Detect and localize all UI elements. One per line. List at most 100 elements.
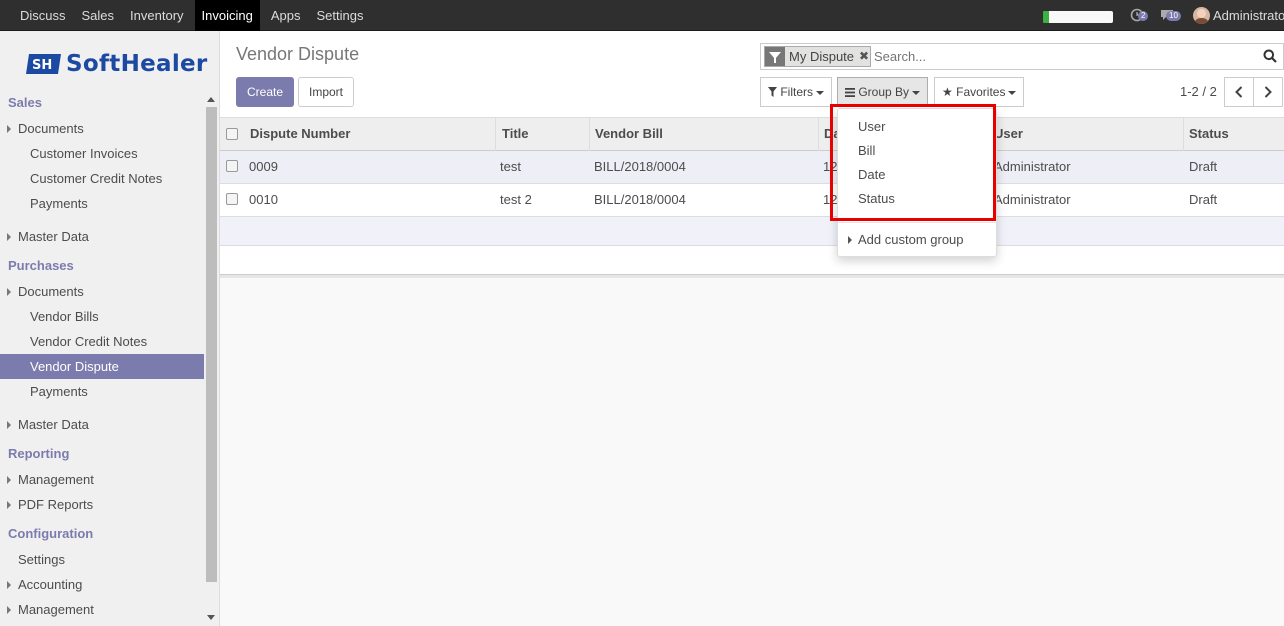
cell-dispute-number: 0010 [249,192,278,207]
pager-value[interactable]: 1-2 / 2 [1180,77,1217,107]
user-avatar[interactable] [1193,7,1210,24]
sidebar-item-customer-credit-notes[interactable]: Customer Credit Notes [0,166,204,191]
sidebar-section-sales[interactable]: Sales [0,91,204,116]
column-status[interactable]: Status [1183,118,1284,151]
cell-vendor-bill: BILL/2018/0004 [594,159,686,174]
progress-bar[interactable] [1043,11,1113,23]
highlight-box [830,104,996,221]
table-empty-row [220,217,1284,246]
search-icon[interactable] [1263,49,1277,63]
chevron-right-icon [1264,86,1272,98]
caret-down-icon [1008,90,1017,95]
add-custom-group[interactable]: Add custom group [848,228,964,252]
sidebar-item-config-management[interactable]: Management [0,597,204,622]
company-logo[interactable]: SH SoftHealer [26,49,208,79]
sidebar-item-pdf-reports[interactable]: PDF Reports [0,492,204,517]
chevron-left-icon [1235,86,1243,98]
softhealer-logo-icon: SH [26,54,61,74]
control-panel: Vendor Dispute Create Import My Dispute … [220,31,1284,117]
caret-down-icon [912,90,921,95]
sidebar-item-customer-invoices[interactable]: Customer Invoices [0,141,204,166]
menu-inventory[interactable]: Inventory [125,0,188,31]
caret-down-icon [816,90,825,95]
sidebar-item-purchases-payments[interactable]: Payments [0,379,204,404]
sidebar-item-sales-payments[interactable]: Payments [0,191,204,216]
app-menu: Discuss Sales Inventory Invoicing Apps S… [15,0,374,31]
sidebar: SH SoftHealer Sales Documents Customer I… [0,31,220,626]
menu-settings[interactable]: Settings [311,0,368,31]
list-table: Dispute Number Title Vendor Bill Da User… [220,117,1284,278]
sidebar-item-management[interactable]: Management [0,467,204,492]
cell-vendor-bill: BILL/2018/0004 [594,192,686,207]
sidebar-section-reporting[interactable]: Reporting [0,442,204,467]
column-vendor-bill[interactable]: Vendor Bill [589,118,819,151]
activity-menu[interactable]: 2 [1130,8,1150,24]
sidebar-section-configuration[interactable]: Configuration [0,522,204,547]
favorites-label: Favorites [956,85,1006,99]
cell-status: Draft [1189,159,1218,174]
cell-user: Administrator [994,159,1071,174]
sidebar-item-sales-documents[interactable]: Documents [0,116,204,141]
menu-apps[interactable]: Apps [266,0,306,31]
cell-title: test 2 [500,192,532,207]
favorites-button[interactable]: ★ Favorites [934,77,1025,107]
page-title: Vendor Dispute [236,44,360,64]
sidebar-item-purchases-master-data[interactable]: Master Data [0,412,204,437]
facet-label: My Dispute [789,49,855,64]
menu-discuss[interactable]: Discuss [15,0,71,31]
logo-text: SoftHealer [66,51,208,77]
filters-label: Filters [780,85,814,99]
pager-next-button[interactable] [1253,77,1283,107]
column-title[interactable]: Title [496,118,590,151]
group-by-label: Group By [858,85,910,99]
dropdown-divider [838,222,996,223]
sidebar-item-settings[interactable]: Settings [0,547,204,572]
top-navbar: Discuss Sales Inventory Invoicing Apps S… [0,0,1284,31]
sidebar-item-sales-master-data[interactable]: Master Data [0,224,204,249]
table-footer-divider [220,275,1284,278]
table-row[interactable]: 0009 test BILL/2018/0004 12 Administrato… [220,151,1284,184]
table-row[interactable]: 0010 test 2 BILL/2018/0004 12 Administra… [220,184,1284,217]
filters-button[interactable]: Filters [760,77,833,107]
sidebar-item-vendor-dispute[interactable]: Vendor Dispute [0,354,204,379]
import-button[interactable]: Import [298,77,354,107]
row-checkbox[interactable] [226,160,238,172]
sidebar-item-accounting[interactable]: Accounting [0,572,204,597]
sidebar-item-vendor-bills[interactable]: Vendor Bills [0,304,204,329]
scroll-thumb[interactable] [206,107,217,582]
cell-title: test [500,159,521,174]
scroll-down-icon[interactable] [207,615,215,620]
search-bar: My Dispute ✖ [760,43,1284,70]
cell-dispute-number: 0009 [249,159,278,174]
message-count-badge: 10 [1166,11,1181,21]
sidebar-item-purchases-documents[interactable]: Documents [0,279,204,304]
create-button[interactable]: Create [236,77,294,107]
progress-fill [1043,11,1049,23]
select-all-checkbox[interactable] [226,128,238,140]
menu-invoicing[interactable]: Invoicing [194,0,260,31]
user-name[interactable]: Administrator [1213,0,1284,31]
search-input[interactable] [874,47,1254,66]
sidebar-scrollbar[interactable] [204,91,218,626]
sidebar-section-purchases[interactable]: Purchases [0,254,204,279]
row-checkbox[interactable] [226,193,238,205]
funnel-icon [768,87,777,97]
messages-menu[interactable]: 10 [1160,8,1184,24]
svg-text:SH: SH [32,58,52,73]
filter-icon [765,47,785,66]
table-footer [220,246,1284,275]
search-facet[interactable]: My Dispute ✖ [764,46,872,67]
table-header: Dispute Number Title Vendor Bill Da User… [220,117,1284,151]
sidebar-item-vendor-credit-notes[interactable]: Vendor Credit Notes [0,329,204,354]
group-by-button[interactable]: Group By [837,77,929,107]
list-icon [845,88,855,97]
scroll-up-icon[interactable] [207,97,215,102]
column-user[interactable]: User [988,118,1184,151]
sidebar-menu: Sales Documents Customer Invoices Custom… [0,91,204,622]
remove-facet-icon[interactable]: ✖ [858,47,870,66]
pager-previous-button[interactable] [1224,77,1254,107]
column-dispute-number[interactable]: Dispute Number [244,118,496,151]
menu-sales[interactable]: Sales [77,0,120,31]
main-content: Vendor Dispute Create Import My Dispute … [220,31,1284,626]
star-icon: ★ [942,85,953,99]
